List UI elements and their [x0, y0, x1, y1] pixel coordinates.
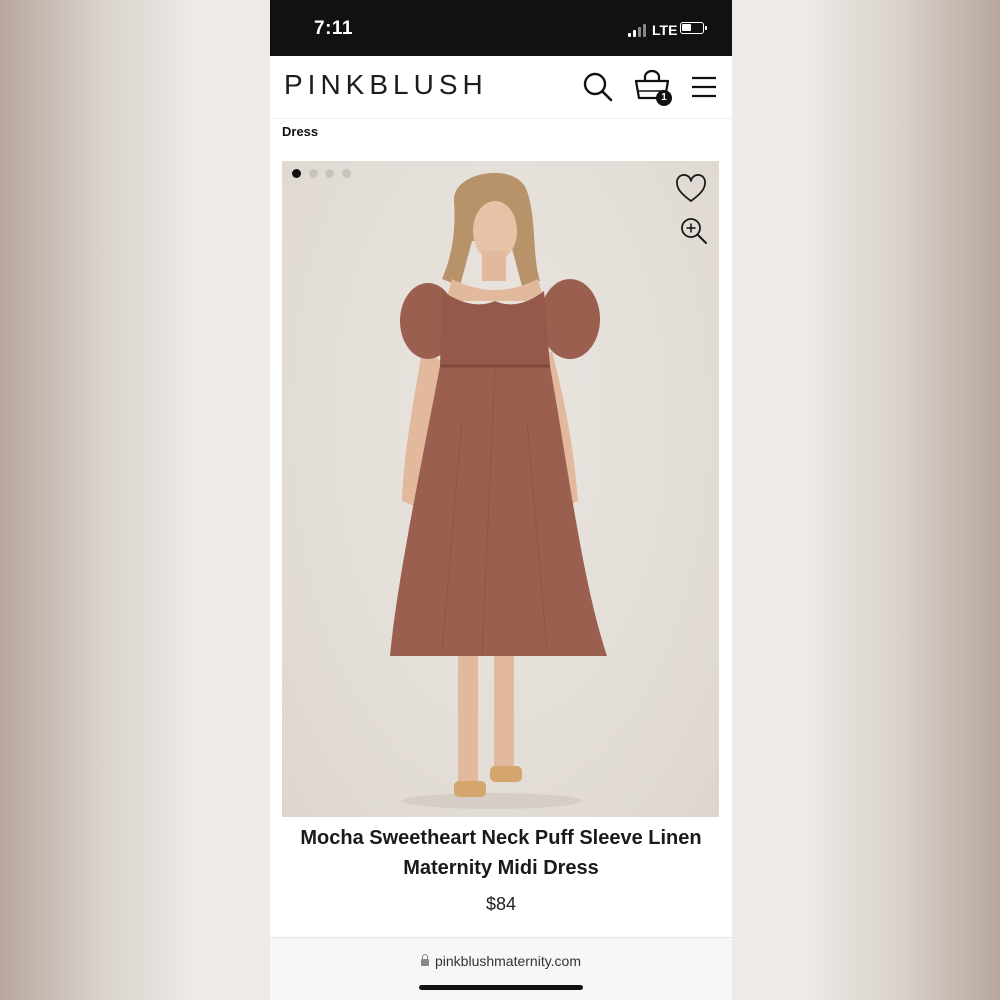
url-container[interactable]: pinkblushmaternity.com: [270, 953, 732, 969]
breadcrumb[interactable]: Dress: [282, 124, 318, 139]
cart-count-badge: 1: [656, 90, 672, 106]
status-bar: 7:11 LTE: [270, 0, 732, 56]
site-header: PINKBLUSH 1: [270, 56, 732, 119]
battery-icon: [680, 22, 707, 34]
search-icon[interactable]: [582, 71, 614, 103]
url-text[interactable]: pinkblushmaternity.com: [435, 953, 581, 969]
site-logo[interactable]: PINKBLUSH: [284, 69, 488, 101]
phone-screen: 7:11 LTE PINKBLUSH 1 Dress Mocha Sweethe…: [270, 0, 732, 1000]
home-indicator[interactable]: [419, 985, 583, 990]
network-type: LTE: [652, 22, 678, 38]
browser-address-bar[interactable]: pinkblushmaternity.com: [270, 938, 732, 1000]
product-image-gallery[interactable]: [282, 161, 719, 817]
product-price: $84: [485, 894, 517, 914]
lock-icon: [420, 954, 429, 966]
menu-icon[interactable]: [691, 76, 717, 98]
signal-icon: [628, 23, 648, 37]
status-time: 7:11: [314, 18, 353, 39]
model-dress-photo: [390, 172, 607, 809]
product-title: Mocha Sweetheart Neck Puff Sleeve Linen …: [300, 827, 702, 879]
